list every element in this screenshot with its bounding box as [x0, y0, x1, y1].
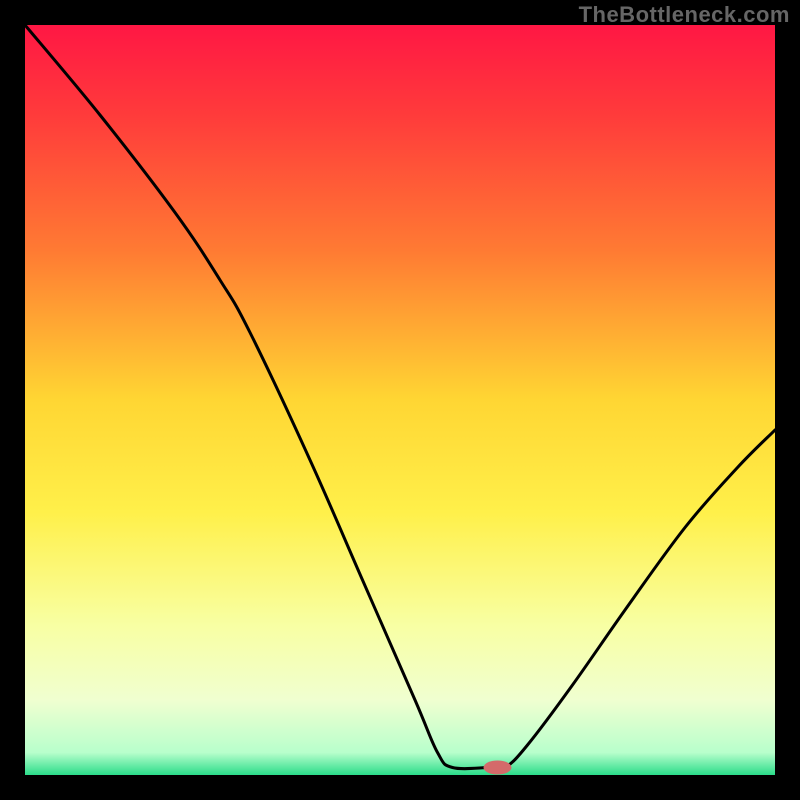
watermark-text: TheBottleneck.com: [579, 2, 790, 28]
plot-area: [25, 25, 775, 775]
chart-frame: TheBottleneck.com: [0, 0, 800, 800]
optimal-point-marker: [484, 761, 512, 775]
bottleneck-curve-chart: [25, 25, 775, 775]
